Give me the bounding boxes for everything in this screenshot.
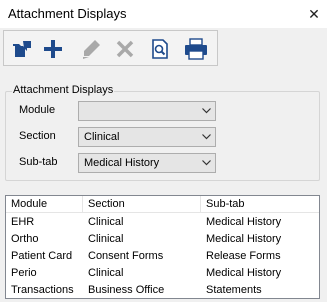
chevron-down-icon bbox=[202, 108, 211, 114]
open-folder-button[interactable] bbox=[8, 35, 36, 63]
grid-header: Module Section Sub-tab bbox=[6, 196, 319, 213]
preview-icon bbox=[152, 39, 168, 59]
print-icon bbox=[185, 38, 207, 60]
cell-section: Clinical bbox=[88, 267, 124, 279]
open-folder-icon bbox=[13, 41, 31, 57]
table-row[interactable]: EHR Clinical Medical History bbox=[6, 214, 319, 231]
chevron-down-icon bbox=[202, 160, 211, 166]
cell-section: Consent Forms bbox=[88, 250, 164, 262]
cell-section: Clinical bbox=[88, 216, 124, 228]
preview-button[interactable] bbox=[146, 35, 174, 63]
cell-module: Ortho bbox=[11, 233, 39, 245]
print-button[interactable] bbox=[182, 35, 210, 63]
cell-module: Transactions bbox=[11, 284, 74, 296]
table-row[interactable]: Patient Card Consent Forms Release Forms bbox=[6, 248, 319, 265]
window-title: Attachment Displays bbox=[8, 6, 127, 21]
table-row[interactable]: Ortho Clinical Medical History bbox=[6, 231, 319, 248]
table-row[interactable]: Transactions Business Office Statements bbox=[6, 282, 319, 299]
edit-icon bbox=[83, 40, 100, 59]
subtab-label: Sub-tab bbox=[19, 156, 58, 168]
module-dropdown[interactable] bbox=[78, 101, 216, 121]
cell-section: Clinical bbox=[88, 233, 124, 245]
add-button[interactable] bbox=[39, 35, 67, 63]
table-row[interactable]: Perio Clinical Medical History bbox=[6, 265, 319, 282]
toolbar bbox=[3, 30, 218, 66]
cell-subtab: Medical History bbox=[206, 233, 282, 245]
subtab-dropdown-value: Medical History bbox=[84, 157, 160, 169]
section-dropdown-value: Clinical bbox=[84, 131, 120, 143]
delete-icon bbox=[116, 40, 134, 58]
cell-module: Patient Card bbox=[11, 250, 73, 262]
attachment-displays-grid[interactable]: Module Section Sub-tab EHR Clinical Medi… bbox=[5, 195, 320, 299]
cell-subtab: Release Forms bbox=[206, 250, 281, 262]
cell-section: Business Office bbox=[88, 284, 165, 296]
title-bar: Attachment Displays ✕ bbox=[0, 0, 327, 28]
cell-module: EHR bbox=[11, 216, 35, 228]
cell-subtab: Medical History bbox=[206, 216, 282, 228]
column-header-module[interactable]: Module bbox=[6, 196, 83, 213]
cell-subtab: Statements bbox=[206, 284, 262, 296]
cell-subtab: Medical History bbox=[206, 267, 282, 279]
module-label: Module bbox=[19, 104, 56, 116]
section-dropdown[interactable]: Clinical bbox=[78, 127, 216, 147]
column-header-section[interactable]: Section bbox=[83, 196, 201, 213]
filter-group-legend: Attachment Displays bbox=[12, 84, 115, 96]
section-label: Section bbox=[19, 130, 56, 142]
add-icon bbox=[44, 40, 62, 58]
subtab-dropdown[interactable]: Medical History bbox=[78, 153, 216, 173]
chevron-down-icon bbox=[202, 134, 211, 140]
edit-button[interactable] bbox=[77, 35, 105, 63]
column-header-subtab[interactable]: Sub-tab bbox=[201, 196, 320, 213]
close-button[interactable]: ✕ bbox=[301, 0, 327, 28]
delete-button[interactable] bbox=[111, 35, 139, 63]
cell-module: Perio bbox=[11, 267, 37, 279]
